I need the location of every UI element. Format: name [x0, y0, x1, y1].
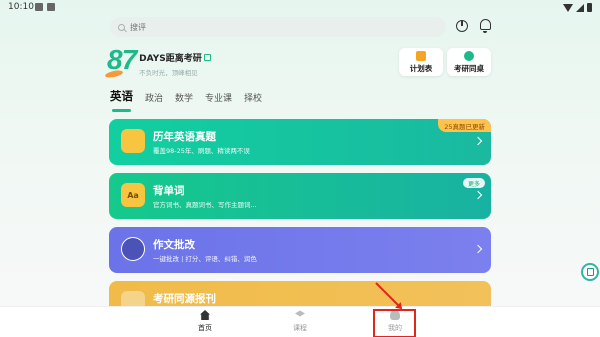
- camera-icon: [121, 237, 145, 261]
- plan-label: 计划表: [409, 63, 433, 73]
- status-bar: 10:10: [0, 0, 600, 16]
- wifi-icon: [563, 3, 573, 12]
- bell-icon[interactable]: [480, 19, 491, 33]
- edit-icon[interactable]: [203, 54, 211, 61]
- card-subtitle: 一键批改 | 打分、评语、纠错、润色: [153, 255, 257, 263]
- status-time: 10:10: [8, 2, 34, 12]
- notification-icon: [35, 3, 43, 11]
- more-badge[interactable]: 更多: [462, 178, 485, 188]
- study-partner-button[interactable]: 考研同桌: [447, 48, 491, 76]
- card-past-exams[interactable]: 历年英语真题 覆盖98-25年、刷题、精读两不误 25真题已更新: [109, 119, 491, 165]
- chevron-right-icon: [473, 190, 483, 200]
- vocabulary-icon: Aa: [121, 183, 145, 207]
- search-input[interactable]: [130, 22, 430, 32]
- plan-button[interactable]: 计划表: [399, 48, 443, 76]
- battery-icon: [587, 3, 592, 12]
- card-title: 作文批改: [153, 239, 195, 251]
- card-essay-correction[interactable]: 作文批改 一键批改 | 打分、评语、纠错、润色: [109, 227, 491, 273]
- notification-icon: [47, 3, 55, 11]
- bottom-nav: 首页 课程 我的: [0, 306, 600, 337]
- card-subtitle: 官方词书、真题词书、写作主题词...: [153, 201, 257, 209]
- chevron-right-icon: [473, 136, 483, 146]
- notebook-icon: [586, 268, 594, 276]
- home-icon: [200, 310, 210, 320]
- search-icon: [118, 23, 125, 31]
- search-bar[interactable]: [110, 17, 446, 37]
- nav-home-label: 首页: [198, 324, 212, 332]
- countdown-slogan: 不负时光，顶峰相见: [139, 69, 198, 77]
- tab-politics[interactable]: 政治: [145, 91, 163, 112]
- status-icons: [563, 3, 592, 12]
- exam-paper-icon: [121, 129, 145, 153]
- course-icon: [295, 310, 305, 317]
- card-vocabulary[interactable]: Aa 背单词 官方词书、真题词书、写作主题词... 更多: [109, 173, 491, 219]
- countdown-label: DAYS距离考研: [139, 54, 202, 64]
- update-badge: 25真题已更新: [438, 119, 491, 132]
- card-title: 历年英语真题: [153, 131, 216, 143]
- card-subtitle: 覆盖98-25年、刷题、精读两不误: [153, 147, 250, 155]
- nav-courses-label: 课程: [293, 324, 307, 332]
- tab-school[interactable]: 择校: [244, 91, 262, 112]
- nav-courses[interactable]: 课程: [280, 310, 320, 333]
- study-partner-label: 考研同桌: [454, 63, 484, 73]
- signal-icon: [576, 3, 584, 12]
- annotation-highlight-box: [373, 309, 416, 337]
- calendar-icon: [416, 50, 426, 61]
- nav-home[interactable]: 首页: [185, 310, 225, 333]
- people-icon: [464, 50, 474, 61]
- subject-tabs: 英语 政治 数学 专业课 择校: [110, 88, 274, 112]
- statistics-icon[interactable]: [456, 20, 468, 32]
- notebook-float-button[interactable]: [581, 263, 599, 281]
- tab-math[interactable]: 数学: [175, 91, 193, 112]
- card-title: 考研同源报刊: [153, 293, 216, 305]
- tab-major[interactable]: 专业课: [205, 91, 232, 112]
- tab-english[interactable]: 英语: [110, 88, 133, 112]
- countdown-days: 87: [107, 44, 137, 75]
- chevron-right-icon: [473, 244, 483, 254]
- card-title: 背单词: [153, 185, 185, 197]
